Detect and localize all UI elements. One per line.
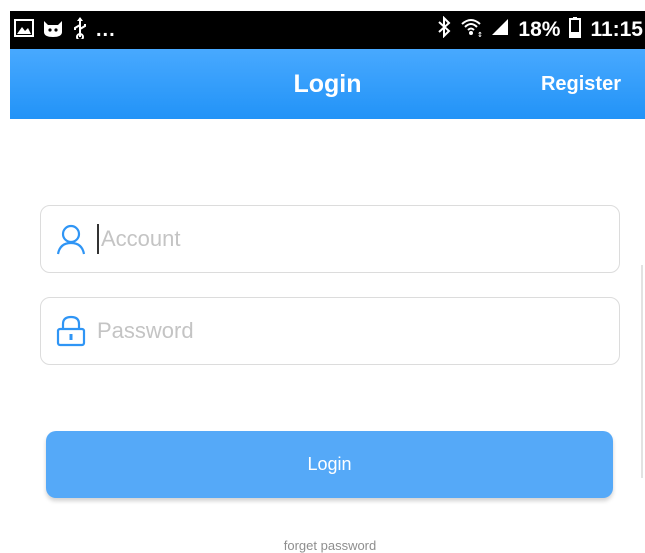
scroll-edge xyxy=(641,265,643,478)
battery-percent: 18% xyxy=(518,18,561,41)
header-bar: Login Register xyxy=(10,49,645,119)
status-bar: ... ↕ 18% 11:15 xyxy=(10,11,645,49)
account-input[interactable] xyxy=(101,226,581,252)
login-button[interactable]: Login xyxy=(46,431,613,498)
register-button[interactable]: Register xyxy=(541,49,621,119)
lock-icon xyxy=(51,311,91,351)
signal-icon xyxy=(491,18,509,42)
bluetooth-icon xyxy=(437,15,451,44)
battery-icon xyxy=(569,16,582,44)
clock: 11:15 xyxy=(590,18,643,41)
wifi-icon: ↕ xyxy=(460,17,483,43)
text-cursor xyxy=(97,224,99,254)
overflow-indicator: ... xyxy=(96,18,116,41)
cat-icon xyxy=(42,18,64,43)
svg-text:↕: ↕ xyxy=(477,31,482,37)
image-icon xyxy=(14,18,34,42)
status-bar-left: ... xyxy=(14,16,116,44)
password-input[interactable] xyxy=(97,318,577,344)
status-bar-right: ↕ 18% 11:15 xyxy=(437,15,643,44)
password-field[interactable] xyxy=(40,297,620,365)
account-field[interactable] xyxy=(40,205,620,273)
forget-password-link[interactable]: forget password xyxy=(0,538,645,553)
usb-icon xyxy=(72,16,88,44)
user-icon xyxy=(51,219,91,259)
